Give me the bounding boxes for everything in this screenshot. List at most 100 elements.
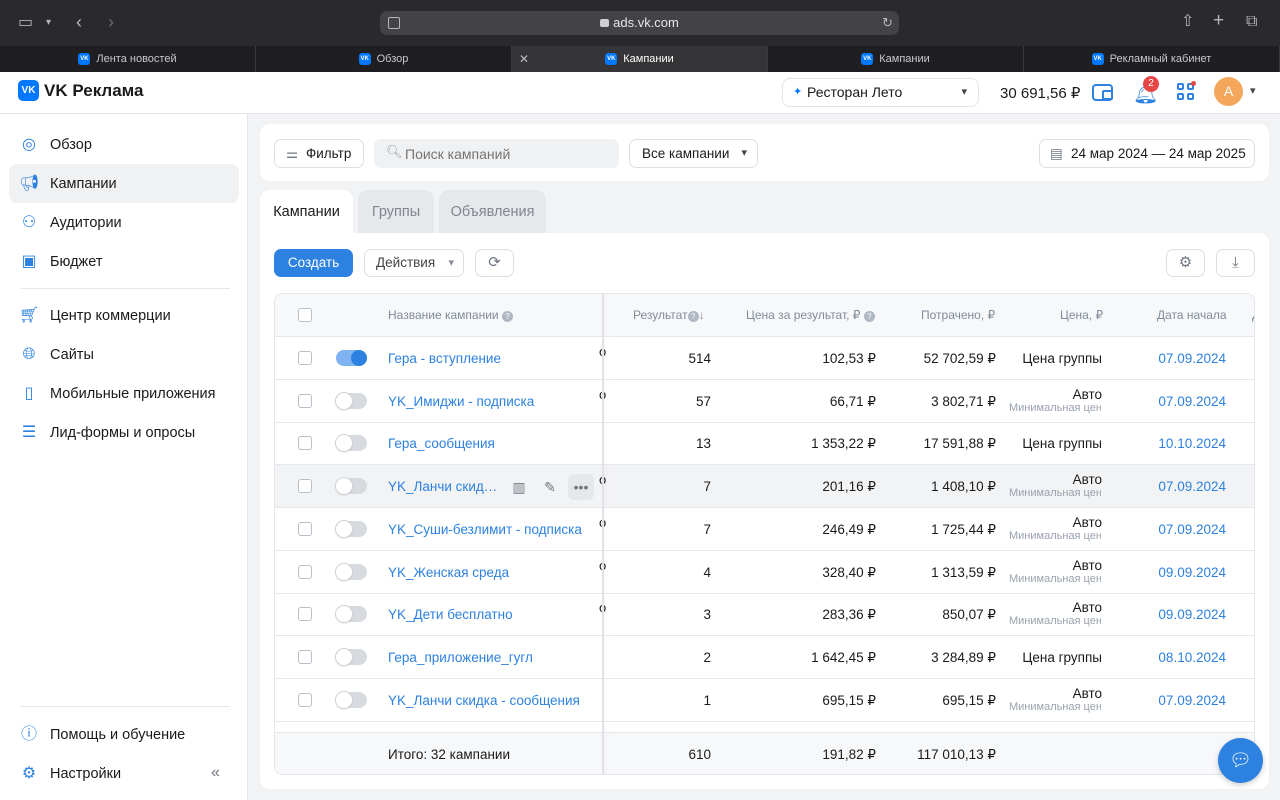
edit-pencil-icon[interactable]: ✎ — [537, 474, 563, 500]
sidebar-item-overview[interactable]: ◎ Обзор — [9, 125, 239, 164]
sidebar-item-audiences[interactable]: ⚇ Аудитории — [9, 203, 239, 242]
campaign-name-link[interactable]: Гера - вступление — [388, 351, 501, 366]
back-icon[interactable]: ‹ — [76, 12, 82, 32]
reload-icon[interactable]: ↻ — [882, 11, 893, 35]
close-tab-icon[interactable]: ✕ — [519, 52, 529, 66]
result-value: 7 — [703, 479, 711, 495]
sidebar-item-budget[interactable]: ▣ Бюджет — [9, 242, 239, 281]
share-icon[interactable]: ⇧ — [1181, 12, 1194, 32]
start-date-value: 10.10.2024 — [1158, 436, 1226, 452]
campaign-name-link[interactable]: YK_Суши-безлимит - подписка — [388, 522, 582, 537]
chevron-down-icon[interactable]: ▾ — [1250, 84, 1256, 97]
table-row[interactable]: YK_Дети бесплатноо3283,36 ₽850,07 ₽АвтоМ… — [275, 593, 1254, 637]
row-checkbox[interactable] — [298, 351, 312, 365]
tab-campaigns[interactable]: Кампании — [260, 190, 353, 234]
campaigns-table: Название кампании ? Результат? ↓ Цена за … — [274, 293, 1255, 775]
campaign-name-link[interactable]: YK_Женская среда — [388, 565, 509, 580]
sidebar-item-campaigns[interactable]: 📢︎ Кампании — [9, 164, 239, 203]
price-value: Авто — [1072, 514, 1102, 530]
logo[interactable]: VK VK Реклама — [18, 80, 144, 101]
column-name[interactable]: Название кампании ? — [388, 308, 513, 322]
chevron-down-icon[interactable]: ▾ — [46, 13, 51, 33]
tabs-overview-icon[interactable]: ⧉ — [1246, 12, 1257, 32]
cost-per-result-value: 1 353,22 ₽ — [811, 436, 876, 452]
sidebar-item-help[interactable]: ⓘ Помощь и обучение — [9, 715, 239, 754]
row-checkbox[interactable] — [298, 436, 312, 451]
table-row[interactable]: YK_Суши-безлимит - подпискао7246,49 ₽1 7… — [275, 508, 1254, 551]
avatar[interactable]: А — [1214, 77, 1243, 106]
sidebar-item-sites[interactable]: 🌐︎ Сайты — [9, 335, 239, 374]
help-icon[interactable]: ? — [687, 311, 699, 322]
support-chat-button[interactable]: 💬︎ — [1218, 738, 1263, 783]
campaign-status-toggle[interactable] — [336, 392, 367, 409]
forward-icon[interactable]: › — [108, 12, 114, 32]
row-checkbox[interactable] — [298, 521, 312, 536]
search-input[interactable] — [374, 139, 619, 168]
wallet-icon[interactable] — [1092, 84, 1113, 101]
sidebar-item-commerce[interactable]: 🛒︎ Центр коммерции — [9, 296, 239, 335]
column-cost-per-result[interactable]: Цена за результат, ₽ ? — [746, 308, 875, 322]
row-checkbox[interactable] — [298, 393, 312, 408]
column-result[interactable]: Результат? ↓ — [633, 308, 705, 322]
table-row[interactable]: Гера - вступлениео514102,53 ₽52 702,59 ₽… — [275, 337, 1254, 380]
browser-tab-active[interactable]: ✕ VK Кампании — [512, 46, 768, 72]
date-range-picker[interactable]: ▤ 24 мар 2024 — 24 мар 2025 — [1039, 139, 1255, 168]
help-icon[interactable]: ? — [863, 311, 875, 322]
stats-icon[interactable]: ▥ — [506, 474, 532, 500]
browser-tab[interactable]: VK Рекламный кабинет — [1024, 46, 1280, 72]
row-checkbox[interactable] — [298, 607, 312, 622]
browser-tab[interactable]: VK Кампании — [768, 46, 1024, 72]
campaign-name-link[interactable]: Гера_сообщения — [388, 436, 495, 451]
actions-dropdown[interactable]: Действия ▾ — [364, 249, 464, 277]
sidebar-toggle-icon[interactable]: ▭ — [18, 13, 33, 33]
sidebar-item-mobile-apps[interactable]: ▯ Мобильные приложения — [9, 374, 239, 413]
campaign-name-link[interactable]: YK_Имиджи - подписка — [388, 394, 534, 409]
campaign-name-link[interactable]: YK_Ланчи скидка - подписка — [388, 479, 500, 494]
column-price[interactable]: Цена, ₽ — [1060, 308, 1103, 322]
tab-ads[interactable]: Объявления — [439, 190, 546, 234]
refresh-button[interactable]: ⟳ — [475, 249, 514, 277]
campaign-name-link[interactable]: YK_Ланчи скидка - сообщения — [388, 693, 580, 708]
row-checkbox[interactable] — [298, 564, 312, 579]
row-checkbox[interactable] — [298, 649, 312, 664]
campaign-status-toggle[interactable] — [336, 435, 367, 452]
campaign-status-toggle[interactable] — [336, 563, 367, 580]
create-button[interactable]: Создать — [274, 249, 353, 277]
campaign-status-toggle[interactable] — [336, 350, 367, 366]
new-tab-icon[interactable]: + — [1213, 11, 1224, 31]
campaign-status-toggle[interactable] — [336, 520, 367, 537]
table-row[interactable]: Гера_сообщения 13 1 353,22 ₽ 17 591,88 ₽ Цен… — [275, 422, 1254, 466]
column-start-date[interactable]: Дата начала — [1157, 308, 1227, 322]
campaign-status-toggle[interactable] — [336, 478, 367, 495]
campaign-scope-dropdown[interactable]: Все кампании ▾ — [629, 139, 758, 168]
collapse-sidebar-icon[interactable]: « — [211, 764, 220, 782]
download-button[interactable]: ⤓ — [1216, 249, 1255, 277]
help-icon[interactable]: ? — [501, 311, 513, 322]
table-row[interactable]: YK_Ланчи скидка - подписка▥✎•••о7201,16 … — [275, 465, 1254, 509]
campaign-status-toggle[interactable] — [336, 691, 367, 708]
browser-tab[interactable]: VK Обзор — [256, 46, 512, 72]
campaign-status-toggle[interactable] — [336, 648, 367, 665]
table-row[interactable]: YK_Женская средао4328,40 ₽1 313,59 ₽Авто… — [275, 551, 1254, 594]
more-icon[interactable]: ••• — [568, 474, 594, 501]
row-checkbox[interactable] — [298, 692, 312, 707]
table-settings-button[interactable]: ⚙ — [1166, 249, 1205, 277]
campaign-status-toggle[interactable] — [336, 606, 367, 623]
tab-groups[interactable]: Группы — [358, 190, 434, 234]
row-checkbox[interactable] — [298, 479, 312, 494]
account-selector[interactable]: ✦ Ресторан Лето ▾ — [782, 78, 979, 107]
table-row[interactable]: YK_Имиджи - подпискао5766,71 ₽3 802,71 ₽… — [275, 380, 1254, 423]
sidebar-divider — [20, 288, 230, 289]
start-date-value: 08.10.2024 — [1158, 649, 1226, 665]
filter-button[interactable]: ⚌ Фильтр — [274, 139, 364, 168]
campaign-name-link[interactable]: Гера_приложение_гугл — [388, 650, 533, 665]
browser-tab[interactable]: VK Лента новостей — [0, 46, 256, 72]
table-row[interactable]: YK_Ланчи скидка - сообщения 1 695,15 ₽ 695,… — [275, 679, 1254, 722]
sidebar-item-lead-forms[interactable]: ☰ Лид-формы и опросы — [9, 413, 239, 452]
table-row[interactable]: Гера_приложение_гугл 2 1 642,45 ₽ 3 284,89 … — [275, 636, 1254, 679]
campaign-name-link[interactable]: YK_Дети бесплатно — [388, 607, 513, 622]
select-all-checkbox[interactable] — [298, 308, 312, 322]
column-spent[interactable]: Потрачено, ₽ — [921, 308, 995, 322]
address-bar[interactable]: ads.vk.com ↻ — [380, 11, 899, 35]
sidebar-item-settings[interactable]: ⚙ Настройки — [9, 754, 239, 793]
